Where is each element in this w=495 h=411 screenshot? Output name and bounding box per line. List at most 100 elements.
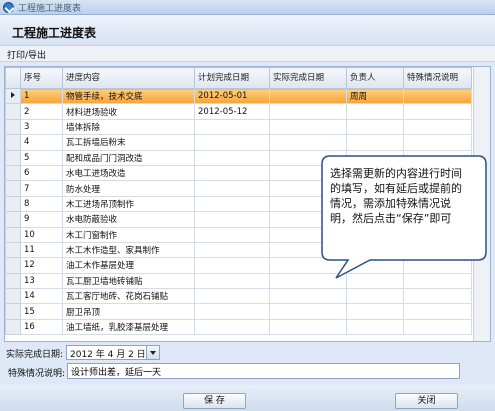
table-cell[interactable]	[346, 118, 404, 136]
column-header[interactable]: 负责人	[346, 67, 404, 89]
table-cell[interactable]: 物管手续，技术交底	[62, 87, 195, 105]
table-row[interactable]: 10 木工门窗制作	[5, 226, 472, 243]
table-cell[interactable]: 瓦工厨卫墙地砖铺贴	[62, 272, 195, 290]
table-cell[interactable]: 15	[20, 303, 63, 320]
table-row[interactable]: 2 材料进场验收 2012-05-12	[5, 103, 472, 120]
table-cell[interactable]: 6	[20, 164, 63, 182]
table-cell[interactable]: 12	[20, 257, 63, 274]
table-cell[interactable]	[403, 257, 472, 274]
table-cell[interactable]	[194, 288, 270, 305]
table-cell[interactable]: 10	[20, 226, 63, 243]
table-cell[interactable]	[269, 226, 347, 243]
table-cell[interactable]: 2012-05-01	[194, 87, 270, 105]
table-cell[interactable]: 防水处理	[62, 180, 195, 197]
table-row[interactable]: 5 配和成品门门洞改造	[5, 149, 472, 166]
table-row[interactable]: 3 墙体拆除	[5, 118, 472, 136]
table-cell[interactable]: 配和成品门门洞改造	[62, 149, 195, 166]
table-cell[interactable]: 木工进场吊顶制作	[62, 195, 195, 213]
table-cell[interactable]: 油工木作基层处理	[62, 257, 195, 274]
row-indicator[interactable]	[5, 303, 21, 320]
row-indicator[interactable]	[5, 87, 21, 105]
table-row[interactable]: 12 油工木作基层处理	[5, 257, 472, 274]
table-cell[interactable]	[346, 103, 404, 120]
row-indicator[interactable]	[5, 318, 21, 336]
table-cell[interactable]	[346, 288, 404, 305]
special-note-input[interactable]	[67, 363, 460, 379]
table-row[interactable]: 14 瓦工客厅地砖、花岗石铺贴	[5, 288, 472, 305]
table-cell[interactable]	[194, 257, 270, 274]
column-header[interactable]: 序号	[20, 67, 63, 89]
table-row[interactable]: 16 油工墙纸，乳胶漆基层处理	[5, 318, 472, 336]
table-cell[interactable]	[194, 272, 270, 290]
vertical-scrollbar[interactable]	[473, 67, 490, 341]
table-cell[interactable]	[269, 134, 347, 151]
column-header[interactable]: 计划完成日期	[194, 67, 270, 89]
row-indicator[interactable]	[5, 272, 21, 290]
table-cell[interactable]: 墙体拆除	[62, 118, 195, 136]
table-cell[interactable]	[194, 211, 270, 228]
table-cell[interactable]	[346, 149, 404, 166]
table-cell[interactable]: 厨卫吊顶	[62, 303, 195, 320]
table-cell[interactable]: 7	[20, 180, 63, 197]
row-indicator[interactable]	[5, 164, 21, 182]
table-cell[interactable]	[403, 103, 472, 120]
table-cell[interactable]: 11	[20, 241, 63, 259]
table-cell[interactable]: 5	[20, 149, 63, 166]
table-cell[interactable]: 油工墙纸，乳胶漆基层处理	[62, 318, 195, 336]
table-cell[interactable]	[403, 272, 472, 290]
table-cell[interactable]	[269, 303, 347, 320]
table-cell[interactable]: 瓦工拆墙后粉末	[62, 134, 195, 151]
table-cell[interactable]: 4	[20, 134, 63, 151]
table-cell[interactable]	[194, 134, 270, 151]
chevron-down-icon[interactable]	[146, 346, 159, 359]
table-cell[interactable]	[346, 303, 404, 320]
table-row[interactable]: 4 瓦工拆墙后粉末	[5, 134, 472, 151]
table-cell[interactable]	[346, 272, 404, 290]
print-export-menu[interactable]: 打印/导出	[7, 48, 46, 61]
table-cell[interactable]: 9	[20, 211, 63, 228]
table-cell[interactable]	[403, 241, 472, 259]
row-indicator[interactable]	[5, 195, 21, 213]
table-cell[interactable]	[403, 318, 472, 336]
table-row[interactable]: 13 瓦工厨卫墙地砖铺贴	[5, 272, 472, 290]
table-cell[interactable]	[346, 134, 404, 151]
column-header[interactable]: 特殊情况说明	[403, 67, 472, 89]
table-cell[interactable]	[346, 241, 404, 259]
table-cell[interactable]	[269, 149, 347, 166]
table-cell[interactable]: 2012-05-12	[194, 103, 270, 120]
table-cell[interactable]	[194, 164, 270, 182]
table-cell[interactable]	[194, 149, 270, 166]
table-cell[interactable]	[403, 288, 472, 305]
table-cell[interactable]	[194, 180, 270, 197]
table-cell[interactable]: 1	[20, 87, 63, 105]
table-cell[interactable]: 周周	[346, 87, 404, 105]
table-cell[interactable]	[194, 195, 270, 213]
table-cell[interactable]: 14	[20, 288, 63, 305]
table-cell[interactable]	[403, 134, 472, 151]
table-cell[interactable]: 瓦工客厅地砖、花岗石铺贴	[62, 288, 195, 305]
table-cell[interactable]: 13	[20, 272, 63, 290]
row-indicator[interactable]	[5, 180, 21, 197]
table-row[interactable]: 1 物管手续，技术交底 2012-05-01 周周	[5, 87, 472, 105]
table-cell[interactable]	[194, 226, 270, 243]
table-cell[interactable]	[346, 226, 404, 243]
table-cell[interactable]: 16	[20, 318, 63, 336]
row-indicator[interactable]	[5, 134, 21, 151]
table-cell[interactable]	[346, 318, 404, 336]
table-row[interactable]: 11 木工木作造型、家具制作	[5, 241, 472, 259]
save-button[interactable]: 保 存	[183, 393, 246, 409]
table-cell[interactable]: 2	[20, 103, 63, 120]
table-cell[interactable]: 材料进场验收	[62, 103, 195, 120]
table-cell[interactable]	[194, 303, 270, 320]
table-cell[interactable]	[403, 118, 472, 136]
close-button[interactable]: 关闭	[395, 393, 458, 409]
table-cell[interactable]	[403, 87, 472, 105]
table-cell[interactable]	[269, 257, 347, 274]
table-cell[interactable]	[403, 226, 472, 243]
table-cell[interactable]: 水电防蔽验收	[62, 211, 195, 228]
table-cell[interactable]: 木工木作造型、家具制作	[62, 241, 195, 259]
table-cell[interactable]	[194, 241, 270, 259]
row-indicator[interactable]	[5, 257, 21, 274]
actual-date-picker[interactable]: 2012 年 4 月 2 日	[66, 345, 160, 360]
table-cell[interactable]	[269, 103, 347, 120]
